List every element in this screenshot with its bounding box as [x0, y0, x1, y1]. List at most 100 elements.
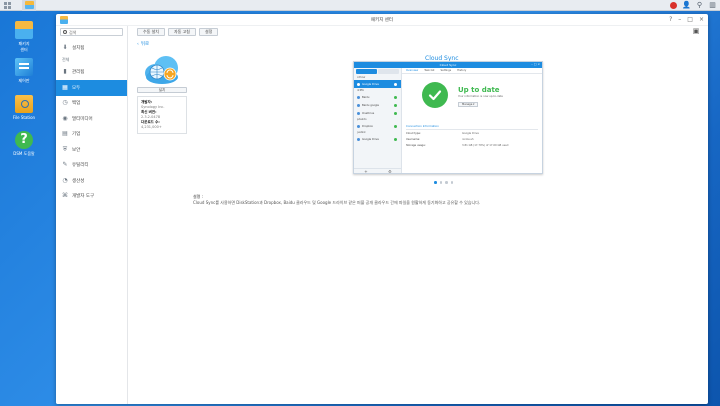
taskbar-app-package-center[interactable]	[22, 0, 36, 11]
notification-icon[interactable]	[670, 2, 677, 9]
sidebar-item-label: 멀티미디어	[72, 116, 93, 122]
control-panel-icon	[15, 58, 33, 76]
preview-connection-label: Google Drive	[362, 82, 379, 86]
plus-icon: +	[364, 169, 368, 174]
connection-info-row: Username: nicole.sh	[406, 138, 538, 141]
sidebar-item-label: 백업	[72, 101, 81, 107]
main-menu-button[interactable]	[0, 0, 14, 11]
sidebar-item-productivity[interactable]: ◔ 생산성	[56, 173, 127, 189]
preview-window-controls: – □ ×	[531, 62, 540, 66]
widgets-icon[interactable]: ▥	[709, 2, 716, 9]
backup-icon: ◷	[62, 99, 68, 107]
check-icon	[422, 82, 448, 108]
sidebar-item-business[interactable]: ▤ 기업	[56, 127, 127, 143]
desktop-icon-file-station[interactable]: File Station	[6, 95, 42, 120]
package-info: 개발자: Synology Inc. 최신 버전: 2.3.2-0478 다운로…	[137, 96, 187, 134]
desktop-icon-control-panel[interactable]: 제어판	[6, 58, 42, 84]
sidebar-item-label: 개발자 도구	[72, 194, 95, 200]
sidebar-item-multimedia[interactable]: ◉ 멀티미디어	[56, 111, 127, 127]
close-button[interactable]: ×	[699, 16, 704, 23]
preview-connection-row: Baidu	[354, 93, 401, 101]
install-icon: ⬇	[62, 43, 68, 51]
search-icon	[63, 30, 67, 34]
sidebar-item-label: 설치됨	[72, 45, 85, 51]
preview-tab-connections	[356, 69, 377, 74]
manual-install-button[interactable]: 수동 설치	[137, 28, 165, 36]
preview-main: Overview Task list Settings History Up t…	[402, 68, 542, 173]
search-box[interactable]	[60, 28, 123, 36]
baidu-icon	[357, 103, 360, 107]
preview-tab-cloud	[378, 69, 399, 74]
sidebar-item-label: 생산성	[72, 178, 85, 184]
help-icon: ?	[15, 131, 33, 149]
package-center-icon	[24, 1, 34, 9]
desktop-icon-label: 제어판	[18, 78, 30, 83]
preview-sidebar: cdhcw Google Drive driftb Baidu Baidu go…	[354, 68, 402, 174]
arrow-left-icon: ‹	[137, 41, 139, 47]
ok-icon	[394, 82, 397, 86]
onedrive-icon	[357, 111, 360, 115]
preview-connection-row: Google Drive	[354, 135, 401, 143]
media-icon: ◉	[62, 114, 68, 122]
sidebar-item-security[interactable]: ⛨ 보안	[56, 142, 127, 158]
shield-icon: ⛨	[62, 145, 68, 153]
settings-button[interactable]: 설정	[199, 28, 219, 36]
ok-icon	[394, 103, 397, 107]
carousel-dot[interactable]	[450, 181, 453, 184]
productivity-icon: ◔	[62, 176, 68, 184]
baidu-icon	[357, 95, 360, 99]
preview-connection-row: Google Drive	[354, 80, 401, 88]
sidebar-item-developer-tools[interactable]: ⌘ 개발자 도구	[56, 189, 127, 205]
cloud-sync-graphic	[145, 55, 178, 84]
sidebar-item-label: 기업	[72, 132, 81, 138]
google-drive-icon	[357, 82, 360, 86]
carousel-dot[interactable]	[434, 181, 437, 184]
main-content: 수동 설치 자동 고침 설정 ▣ ‹ 뒤로 설치 개발자: Synology I…	[129, 26, 708, 404]
window-controls: ? – □ ×	[669, 16, 704, 23]
package-tile: 설치 개발자: Synology Inc. 최신 버전: 2.3.2-0478 …	[137, 50, 187, 134]
help-button[interactable]: ?	[669, 16, 672, 23]
sidebar-section-all: 전체	[62, 57, 70, 62]
package-center-window: 패키지 센터 ? – □ × ⬇ 설치됨 전체 ▮ 관리됨 ▦ 모두 ◷ 백업	[56, 14, 708, 404]
grid-icon	[3, 1, 11, 9]
carousel-dots	[434, 181, 453, 184]
ok-icon	[394, 95, 397, 99]
building-icon: ▤	[62, 130, 68, 138]
taskbar: 👤 ⚲ ▥	[0, 0, 720, 11]
connection-info-key: Username:	[406, 138, 421, 141]
window-titlebar[interactable]: 패키지 센터 ? – □ ×	[56, 14, 708, 26]
ok-icon	[394, 111, 397, 115]
connection-info-row: Cloud type: Google Drive	[406, 132, 538, 135]
sidebar-item-label: 모두	[72, 85, 81, 91]
preview-manage-button: Manage ▾	[458, 102, 479, 107]
auto-update-button[interactable]: 자동 고침	[168, 28, 196, 36]
search-input[interactable]	[69, 29, 119, 35]
sidebar-item-managed[interactable]: ▮ 관리됨	[56, 65, 127, 81]
downloads-value: 4,231,000+	[141, 125, 162, 129]
preview-tab: Overview	[406, 69, 419, 72]
sidebar-item-all[interactable]: ▦ 모두	[56, 80, 127, 96]
layout-toggle-icon[interactable]: ▣	[692, 28, 700, 35]
maximize-button[interactable]: □	[687, 16, 693, 23]
ok-icon	[394, 124, 397, 128]
sidebar-item-utilities[interactable]: ✎ 유틸리티	[56, 158, 127, 174]
sidebar-item-backup[interactable]: ◷ 백업	[56, 96, 127, 112]
back-link[interactable]: ‹ 뒤로	[137, 41, 149, 48]
desktop-icon-package-center[interactable]: 패키지 센터	[6, 21, 42, 53]
sidebar-item-label: 보안	[72, 147, 81, 153]
install-button[interactable]: 설치	[137, 87, 187, 93]
sidebar-item-installed[interactable]: ⬇ 설치됨	[56, 40, 127, 56]
carousel-dot[interactable]	[445, 181, 448, 184]
window-title: 패키지 센터	[370, 17, 394, 23]
preview-title: Cloud Sync	[439, 63, 457, 67]
screenshot-preview[interactable]: Cloud Sync – □ × cdhcw Google Drive drif…	[353, 61, 543, 174]
search-icon[interactable]: ⚲	[696, 2, 703, 9]
cloud-sync-icon	[137, 50, 187, 87]
user-icon[interactable]: 👤	[682, 2, 691, 9]
sidebar-item-label: 관리됨	[72, 70, 85, 76]
preview-tab: Settings	[440, 69, 452, 72]
carousel-dot[interactable]	[439, 181, 442, 184]
desktop-icon-dsm-help[interactable]: ? DSM 도움말	[6, 131, 42, 157]
gear-icon: ⚙	[388, 169, 392, 174]
minimize-button[interactable]: –	[678, 16, 681, 23]
